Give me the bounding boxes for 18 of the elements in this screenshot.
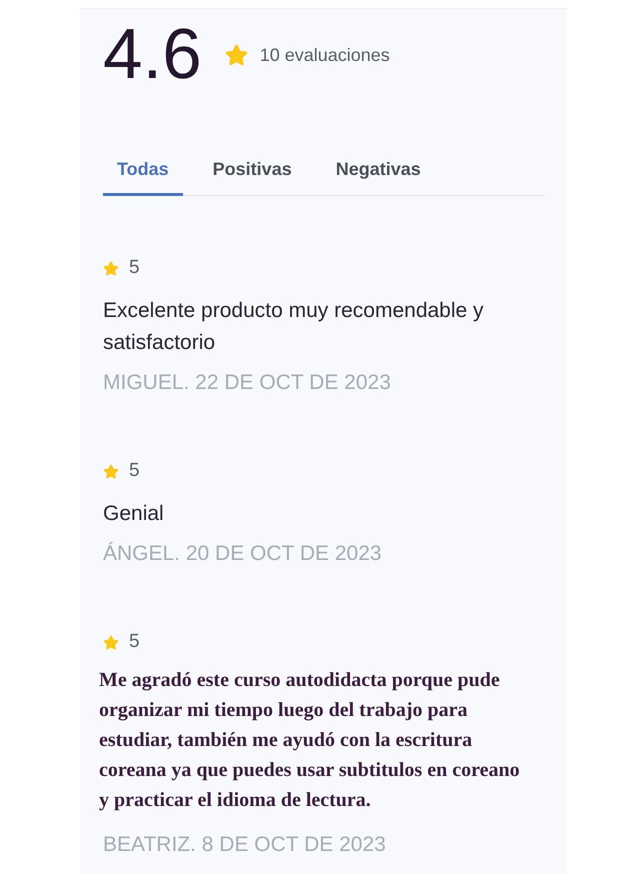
review-text: Me agradó este curso autodidacta porque pude organizar mi tiempo luego del trabajo para estudiar, también me ayudó con la escritura coreana ya que puedes usar subtitulos en coreano y practicar el idioma de lectura. — [99, 668, 521, 813]
star-icon — [103, 260, 119, 276]
review-author-date: MIGUEL. 22 DE OCT DE 2023 — [103, 370, 392, 396]
star-icon — [103, 464, 119, 478]
star-icon — [224, 44, 248, 66]
rating-value: 5 — [129, 630, 140, 654]
filter-tab[interactable]: Positivas — [198, 159, 306, 196]
review-text: Genial — [103, 501, 165, 527]
average-rating: 4.6 — [103, 19, 202, 91]
rating-value: 5 — [129, 256, 140, 280]
review-author-date: ÁNGEL. 20 DE OCT DE 2023 — [103, 540, 383, 567]
rating-value: 5 — [129, 459, 140, 483]
filter-tab[interactable]: Negativas — [322, 159, 435, 196]
review-author-date: BEATRIZ. 8 DE OCT DE 2023 — [103, 832, 387, 858]
filter-tab[interactable]: Todas — [103, 159, 183, 196]
review-text: Excelente producto muy recomendable y satisfactorio — [103, 298, 485, 356]
review-count: 10 evaluaciones — [260, 44, 390, 67]
star-icon — [103, 634, 119, 650]
